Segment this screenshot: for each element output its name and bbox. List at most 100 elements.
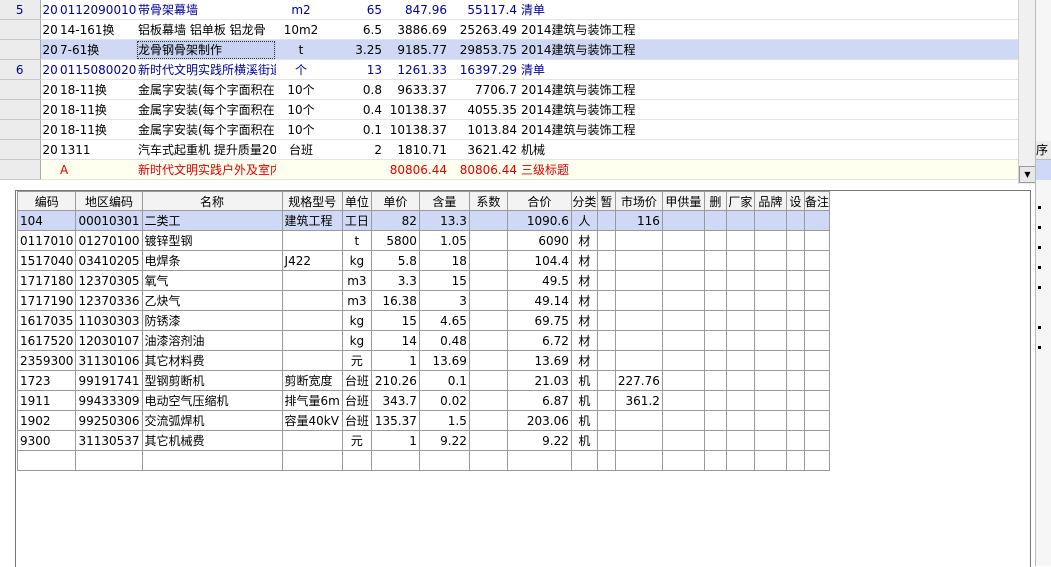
resource-cell[interactable]: 人: [570, 210, 598, 231]
resource-cell[interactable]: [803, 230, 830, 251]
resource-cell[interactable]: [753, 450, 787, 471]
row-header[interactable]: [0, 79, 41, 100]
top-grid-row[interactable]: 20 18-11换 金属字安装(每个字面积在 10个 0.1 10138.37 1013.8…: [0, 119, 1018, 140]
resource-cell[interactable]: 3: [418, 290, 470, 311]
resource-cell[interactable]: [753, 430, 787, 451]
resource-cell[interactable]: [418, 450, 470, 471]
resource-cell[interactable]: [661, 330, 705, 351]
resource-cell[interactable]: 台班: [341, 410, 372, 431]
name-cell[interactable]: 带骨架幕墙: [136, 0, 276, 20]
resource-cell[interactable]: [725, 330, 755, 351]
quantity-cell[interactable]: 3.25: [326, 39, 384, 60]
level-cell[interactable]: 20: [40, 119, 58, 140]
resource-cell[interactable]: [703, 330, 727, 351]
resource-cell[interactable]: [785, 410, 805, 431]
column-header[interactable]: 单价: [370, 191, 420, 211]
resource-cell[interactable]: [281, 310, 343, 331]
resource-cell[interactable]: [785, 210, 805, 231]
resource-cell[interactable]: [341, 450, 372, 471]
column-header[interactable]: 厂家: [725, 191, 755, 211]
resource-cell[interactable]: 机: [570, 370, 598, 391]
category-cell[interactable]: 清单: [519, 0, 1018, 20]
resource-cell[interactable]: 69.75: [506, 310, 572, 331]
resource-cell[interactable]: [725, 210, 755, 231]
level-cell[interactable]: 20: [40, 79, 58, 100]
resource-cell[interactable]: [614, 450, 663, 471]
resource-cell[interactable]: [468, 210, 508, 231]
resource-cell[interactable]: [725, 230, 755, 251]
resource-cell[interactable]: 6.72: [506, 330, 572, 351]
resource-cell[interactable]: [703, 390, 727, 411]
resource-cell[interactable]: [753, 310, 787, 331]
resource-cell[interactable]: 104.4: [506, 250, 572, 271]
resource-cell[interactable]: 电动空气压缩机: [141, 390, 283, 411]
resource-cell[interactable]: 1617035: [16, 310, 77, 331]
unit-price-cell[interactable]: 10138.37: [384, 99, 449, 120]
resource-cell[interactable]: 台班: [341, 370, 372, 391]
quantity-cell[interactable]: 0.4: [326, 99, 384, 120]
level-cell[interactable]: 20: [40, 139, 58, 160]
resource-cell[interactable]: [281, 350, 343, 371]
row-header[interactable]: [0, 39, 41, 60]
resource-row[interactable]: 2359300 31130106 其它材料费元 1 13.69 13.69 材: [16, 350, 830, 371]
resource-cell[interactable]: [661, 310, 705, 331]
resource-cell[interactable]: [661, 410, 705, 431]
resource-cell[interactable]: [803, 450, 830, 471]
resource-row[interactable]: 104 00010301 二类工 建筑工程 工日 82 13.3 1090.6 人 116: [16, 210, 830, 231]
resource-cell[interactable]: [468, 230, 508, 251]
resource-cell[interactable]: [753, 210, 787, 231]
resource-cell[interactable]: 材: [570, 270, 598, 291]
resource-cell[interactable]: [725, 250, 755, 271]
resource-cell[interactable]: [281, 450, 343, 471]
resource-row[interactable]: [16, 450, 830, 471]
resource-cell[interactable]: [803, 350, 830, 371]
resource-cell[interactable]: [785, 270, 805, 291]
quantity-cell[interactable]: 13: [326, 59, 384, 80]
resource-cell[interactable]: [506, 450, 572, 471]
name-cell[interactable]: 金属字安装(每个字面积在: [136, 79, 276, 100]
column-header[interactable]: 删: [703, 191, 727, 211]
resource-cell[interactable]: 11030303: [75, 310, 143, 331]
resource-cell[interactable]: [725, 450, 755, 471]
resource-cell[interactable]: 99433309: [75, 390, 143, 411]
resource-cell[interactable]: kg: [341, 330, 372, 351]
resource-cell[interactable]: 其它机械费: [141, 430, 283, 451]
resource-cell[interactable]: 镀锌型钢: [141, 230, 283, 251]
resource-cell[interactable]: m3: [341, 290, 372, 311]
resource-cell[interactable]: 机: [570, 430, 598, 451]
code-cell[interactable]: 18-11换: [58, 79, 136, 100]
unit-cell[interactable]: 10个: [276, 79, 326, 100]
column-header[interactable]: 系数: [468, 191, 508, 211]
resource-cell[interactable]: 2359300: [16, 350, 77, 371]
resource-cell[interactable]: [803, 290, 830, 311]
top-grid-row[interactable]: 20 1311 汽车式起重机 提升质量20 台班 2 1810.71 3621.42 机械: [0, 139, 1018, 160]
resource-cell[interactable]: t: [341, 230, 372, 251]
column-header[interactable]: 规格型号: [281, 191, 343, 211]
resource-cell[interactable]: 21.03: [506, 370, 572, 391]
resource-cell[interactable]: 材: [570, 310, 598, 331]
resource-cell[interactable]: [703, 270, 727, 291]
column-header[interactable]: 品牌: [753, 191, 787, 211]
top-grid-row[interactable]: 520011209001001带骨架幕墙m265847.9655117.4清单: [0, 0, 1018, 20]
resource-cell[interactable]: [785, 390, 805, 411]
resource-cell[interactable]: [753, 230, 787, 251]
resource-cell[interactable]: [803, 250, 830, 271]
resource-cell[interactable]: [596, 430, 616, 451]
total-cell[interactable]: 1013.84: [449, 119, 519, 140]
resource-cell[interactable]: [725, 270, 755, 291]
resource-row[interactable]: 1717180 12370305 氧气 m3 3.3 15 49.5 材: [16, 270, 830, 291]
resource-cell[interactable]: [725, 410, 755, 431]
code-cell[interactable]: 18-11换: [58, 119, 136, 140]
resource-cell[interactable]: [16, 450, 77, 471]
resource-cell[interactable]: [614, 330, 663, 351]
total-cell[interactable]: 55117.4: [449, 0, 519, 20]
resource-cell[interactable]: 31130106: [75, 350, 143, 371]
name-cell[interactable]: 龙骨钢骨架制作: [136, 39, 276, 60]
column-header[interactable]: 含量: [418, 191, 470, 211]
resource-cell[interactable]: [614, 310, 663, 331]
resource-cell[interactable]: 油漆溶剂油: [141, 330, 283, 351]
resource-cell[interactable]: [725, 430, 755, 451]
total-cell[interactable]: 4055.35: [449, 99, 519, 120]
resource-cell[interactable]: 5.8: [370, 250, 420, 271]
resource-cell[interactable]: [468, 350, 508, 371]
